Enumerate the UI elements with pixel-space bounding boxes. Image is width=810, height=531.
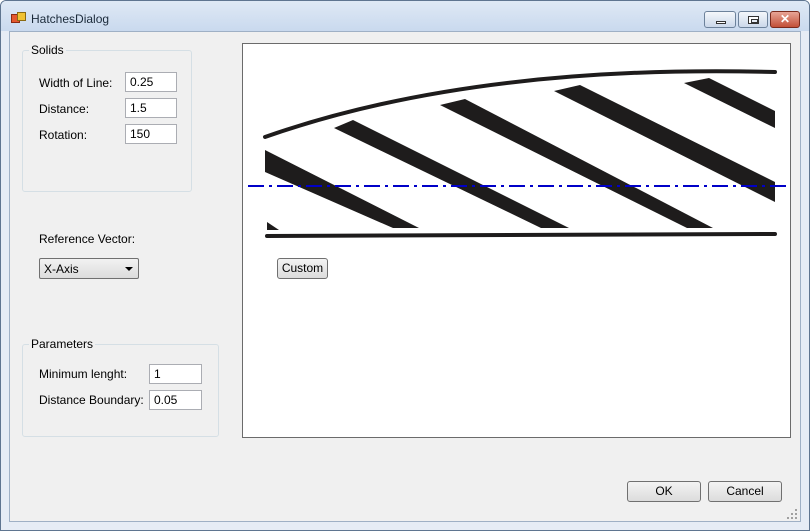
hatch-preview-image	[248, 69, 790, 238]
close-icon: ✕	[779, 12, 791, 26]
app-icon	[11, 12, 26, 24]
hatch-stripe	[684, 78, 775, 128]
hatch-stripe	[267, 222, 279, 230]
distance-input[interactable]	[125, 98, 177, 118]
window-title: HatchesDialog	[31, 12, 110, 26]
solids-group: Solids Width of Line: Distance: Rotation…	[22, 43, 192, 192]
chevron-down-icon	[125, 267, 133, 271]
distance-boundary-label: Distance Boundary:	[39, 393, 144, 407]
ok-button[interactable]: OK	[627, 481, 701, 502]
close-button[interactable]: ✕	[770, 11, 800, 28]
minimum-length-input[interactable]	[149, 364, 202, 384]
reference-vector-label: Reference Vector:	[39, 232, 136, 246]
maximize-button[interactable]	[738, 11, 768, 28]
parameters-group-label: Parameters	[29, 337, 96, 351]
resize-grip-icon[interactable]	[787, 509, 797, 519]
hatches-dialog-window: HatchesDialog ✕ Solids Width of Line: Di…	[0, 0, 810, 531]
hatch-stripe	[265, 150, 419, 228]
minimum-length-label: Minimum lenght:	[39, 367, 128, 381]
minimize-icon	[716, 21, 726, 24]
parameters-group: Parameters Minimum lenght: Distance Boun…	[22, 337, 219, 437]
reference-vector-value: X-Axis	[44, 262, 79, 276]
hatch-stripe	[440, 99, 713, 228]
title-bar[interactable]: HatchesDialog ✕	[1, 1, 809, 31]
width-of-line-label: Width of Line:	[39, 76, 113, 90]
minimize-button[interactable]	[704, 11, 736, 28]
rotation-label: Rotation:	[39, 128, 88, 142]
distance-label: Distance:	[39, 102, 90, 116]
width-of-line-input[interactable]	[125, 72, 177, 92]
distance-boundary-input[interactable]	[149, 390, 202, 410]
rotation-input[interactable]	[125, 124, 177, 144]
cancel-button[interactable]: Cancel	[708, 481, 782, 502]
dialog-client-area: Solids Width of Line: Distance: Rotation…	[9, 31, 801, 522]
hatch-preview-panel: Custom	[242, 43, 791, 438]
hatch-bottom-line	[265, 232, 777, 238]
solids-group-label: Solids	[29, 43, 66, 57]
restore-icon	[748, 16, 759, 24]
reference-vector-select[interactable]: X-Axis	[39, 258, 139, 279]
custom-button[interactable]: Custom	[277, 258, 328, 279]
